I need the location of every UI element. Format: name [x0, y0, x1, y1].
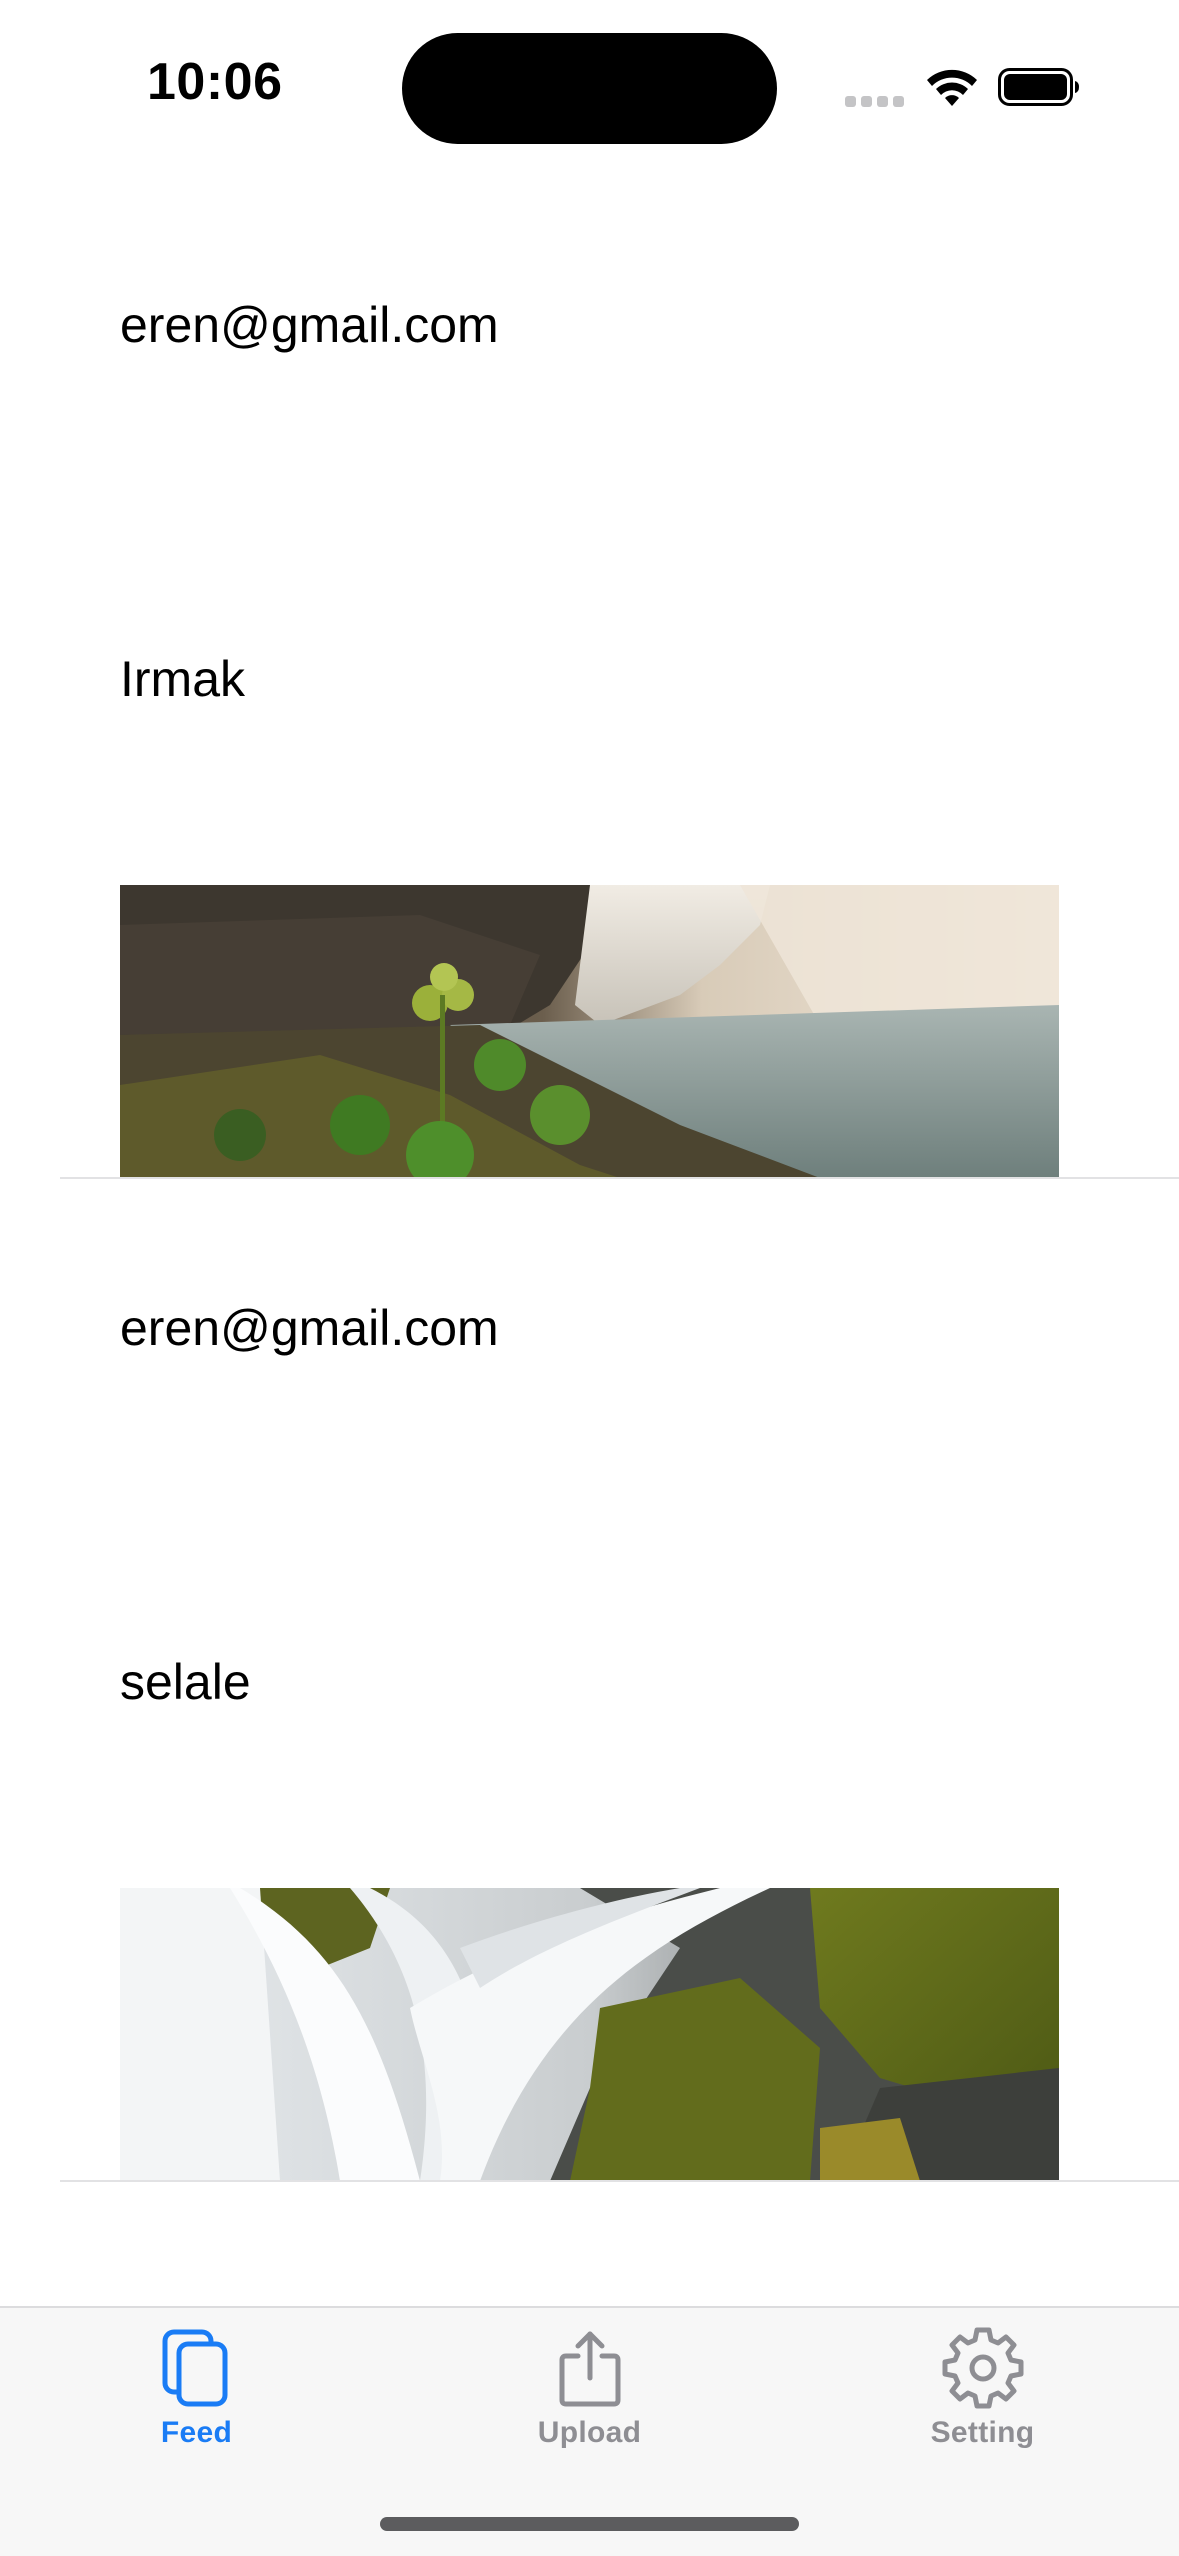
post-comment-label: Irmak	[120, 651, 245, 707]
dynamic-island	[402, 33, 777, 144]
status-time: 10:06	[147, 53, 283, 111]
upload-icon	[559, 2331, 620, 2407]
tab-feed-label: Feed	[160, 2416, 233, 2449]
tab-setting[interactable]: Setting	[786, 2308, 1179, 2458]
cell-separator	[60, 2180, 1179, 2182]
tab-upload[interactable]: Upload	[393, 2308, 786, 2458]
home-indicator[interactable]	[380, 2517, 799, 2531]
feed-icon	[162, 2329, 227, 2407]
gear-icon	[942, 2327, 1023, 2409]
cell-separator	[60, 1177, 1179, 1179]
post-email-label: eren@gmail.com	[120, 1300, 499, 1356]
post-image	[120, 1888, 1059, 2181]
tab-upload-label: Upload	[537, 2416, 642, 2449]
post-email-label: eren@gmail.com	[120, 297, 499, 353]
post-comment-label: selale	[120, 1654, 251, 1710]
wifi-icon	[927, 69, 977, 106]
status-bar: 10:06	[0, 0, 1179, 160]
tab-feed[interactable]: Feed	[0, 2308, 393, 2458]
cellular-signal-icon	[845, 96, 905, 108]
battery-icon	[998, 68, 1079, 106]
tab-setting-label: Setting	[930, 2416, 1035, 2449]
post-image	[120, 885, 1059, 1178]
